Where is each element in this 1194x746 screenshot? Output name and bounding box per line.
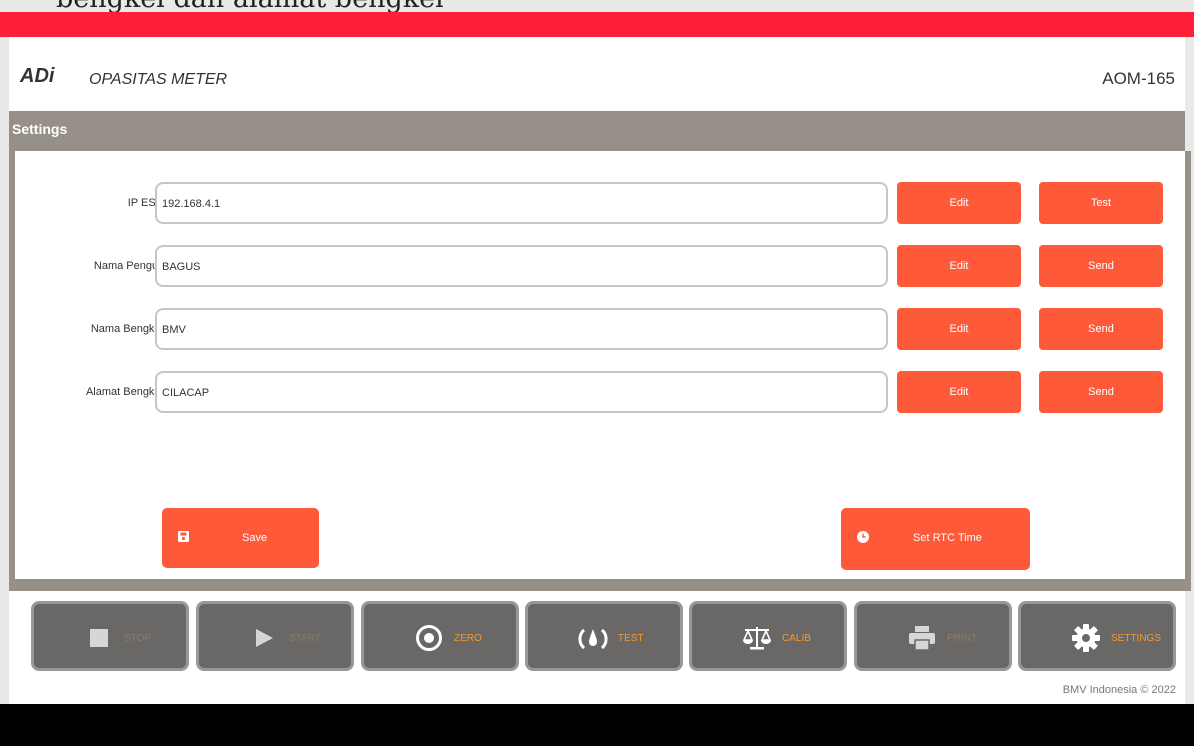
bottom-black-bar	[0, 704, 1194, 746]
nama-penguji-send-button[interactable]: Send	[1039, 245, 1163, 287]
header: ADi OPASITAS METER AOM-165	[9, 37, 1185, 111]
alamat-bengkel-edit-button[interactable]: Edit	[897, 371, 1021, 413]
save-label: Save	[242, 532, 268, 544]
nama-penguji-edit-button[interactable]: Edit	[897, 245, 1021, 287]
top-caption: bengkel dan alamat bengkel	[0, 0, 1194, 12]
save-button[interactable]: Save	[162, 508, 319, 568]
print-label: PRINT	[947, 633, 977, 644]
setting-row-nama-penguji: Nama Penguji BAGUS Edit Send	[15, 245, 1185, 291]
ip-esp-input[interactable]: 192.168.4.1	[155, 182, 888, 224]
floppy-disk-icon	[178, 531, 189, 545]
alamat-bengkel-send-button[interactable]: Send	[1039, 371, 1163, 413]
gauge-icon	[578, 624, 608, 652]
product-name: OPASITAS METER	[89, 71, 228, 88]
balance-scale-icon	[742, 624, 772, 652]
setting-row-nama-bengkel: Nama Bengkel BMV Edit Send	[15, 308, 1185, 354]
panel-title: Settings	[12, 121, 68, 137]
ip-esp-edit-button[interactable]: Edit	[897, 182, 1021, 224]
setting-row-ip-esp: IP ESP 192.168.4.1 Edit Test	[15, 182, 1185, 228]
settings-button[interactable]: SETTINGS	[1018, 601, 1176, 671]
gear-icon	[1071, 624, 1101, 652]
nama-bengkel-label: Nama Bengkel	[90, 323, 163, 335]
nama-bengkel-edit-button[interactable]: Edit	[897, 308, 1021, 350]
clock-icon	[857, 531, 869, 546]
set-rtc-time-button[interactable]: Set RTC Time	[841, 508, 1030, 570]
settings-label: SETTINGS	[1111, 633, 1162, 644]
top-red-bar	[0, 12, 1194, 37]
calib-button[interactable]: CALIB	[689, 601, 847, 671]
caption-text: bengkel dan alamat bengkel	[56, 0, 444, 12]
brand-logo: ADi	[20, 65, 55, 87]
zero-button[interactable]: ZERO	[361, 601, 519, 671]
test-button[interactable]: TEST	[525, 601, 683, 671]
stop-label: STOP	[124, 633, 152, 644]
stop-icon	[84, 624, 114, 652]
nama-bengkel-input[interactable]: BMV	[155, 308, 888, 350]
footer-copyright: BMV Indonesia © 2022	[1062, 684, 1176, 696]
printer-icon	[907, 624, 937, 652]
panel-header: Settings	[9, 111, 1185, 151]
alamat-bengkel-input[interactable]: CILACAP	[155, 371, 888, 413]
bottom-toolbar: STOP START ZERO TEST CALIB PRINT SETTING…	[9, 591, 1185, 683]
print-button[interactable]: PRINT	[854, 601, 1012, 671]
start-label: START	[289, 633, 321, 644]
start-button[interactable]: START	[196, 601, 354, 671]
model-number: AOM-165	[1102, 69, 1175, 88]
play-icon	[249, 624, 279, 652]
target-icon	[414, 624, 444, 652]
zero-label: ZERO	[454, 633, 482, 644]
test-label: TEST	[618, 633, 644, 644]
set-rtc-time-label: Set RTC Time	[913, 532, 982, 544]
nama-bengkel-send-button[interactable]: Send	[1039, 308, 1163, 350]
setting-row-alamat-bengkel: Alamat Bengkel CILACAP Edit Send	[15, 371, 1185, 417]
stop-button[interactable]: STOP	[31, 601, 189, 671]
nama-penguji-input[interactable]: BAGUS	[155, 245, 888, 287]
app-window: ADi OPASITAS METER AOM-165 Settings IP E…	[0, 12, 1194, 704]
settings-panel: IP ESP 192.168.4.1 Edit Test Nama Penguj…	[9, 151, 1191, 591]
nama-penguji-label: Nama Penguji	[93, 260, 163, 272]
calib-label: CALIB	[782, 633, 811, 644]
alamat-bengkel-label: Alamat Bengkel	[85, 386, 163, 398]
ip-esp-test-button[interactable]: Test	[1039, 182, 1163, 224]
